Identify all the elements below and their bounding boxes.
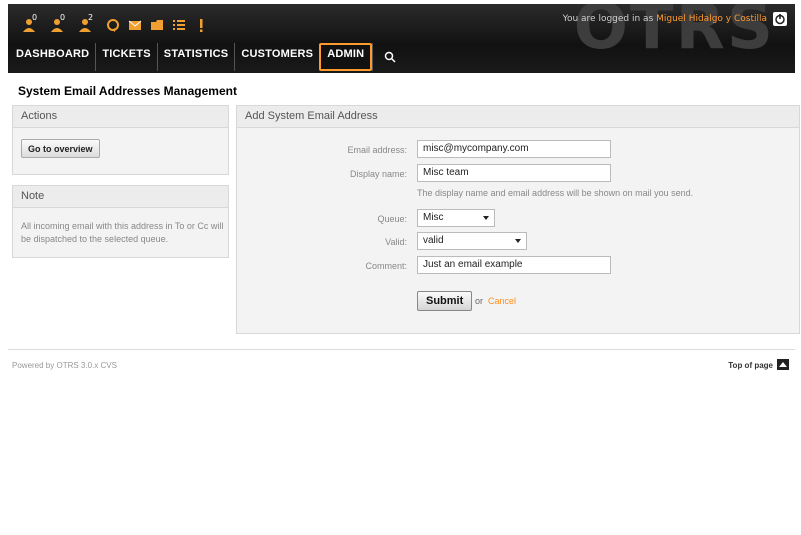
nav-admin[interactable]: ADMIN [319,43,373,71]
cancel-link[interactable]: Cancel [488,296,516,306]
nav-tickets[interactable]: TICKETS [95,43,156,71]
list-icon[interactable] [170,16,188,34]
nav-customers[interactable]: CUSTOMERS [234,43,319,71]
email-icon[interactable] [126,16,144,34]
folder-icon[interactable] [148,16,166,34]
user-name-link[interactable]: Miguel Hidalgo y Costilla [656,14,767,24]
watched-tickets-icon[interactable]: 0 [48,13,66,34]
note-header: Note [13,186,228,208]
valid-selected-value: valid [423,235,444,246]
nav-dashboard[interactable]: DASHBOARD [10,43,95,71]
display-name-input[interactable]: Misc team [417,164,611,182]
header: OTRS 0 0 2 You are logged in as Miguel H… [8,4,795,73]
responsible-tickets-icon[interactable]: 2 [76,13,94,34]
display-name-hint: The display name and email address will … [417,188,694,198]
arrow-up-icon[interactable] [777,359,789,370]
display-name-label: Display name: [349,169,407,179]
nav-statistics[interactable]: STATISTICS [156,43,235,71]
watched-count: 0 [60,13,66,22]
form-header: Add System Email Address [237,106,799,128]
queue-label: Queue: [377,214,407,224]
main-nav: DASHBOARD TICKETS STATISTICS CUSTOMERS A… [10,43,406,71]
email-address-input[interactable]: misc@mycompany.com [417,140,611,158]
queue-selected-value: Misc [423,212,444,223]
chevron-down-icon [515,239,521,243]
email-address-label: Email address: [347,145,407,155]
locked-tickets-icon[interactable]: 0 [20,13,38,34]
responsible-count: 2 [88,13,94,22]
add-email-form: Add System Email Address Email address: … [236,105,800,334]
queue-select[interactable]: Misc [417,209,495,227]
login-info: You are logged in as Miguel Hidalgo y Co… [563,14,767,24]
note-box: Note All incoming email with this addres… [12,185,229,258]
comment-label: Comment: [365,261,407,271]
login-prefix: You are logged in as [562,14,657,24]
alert-icon[interactable] [192,16,210,34]
locked-count: 0 [32,13,38,22]
top-of-page-link[interactable]: Top of page [728,361,773,370]
submit-button[interactable]: Submit [417,291,473,311]
valid-label: Valid: [385,237,407,247]
chevron-down-icon [483,216,489,220]
valid-select[interactable]: valid [417,232,527,250]
logout-icon[interactable] [773,12,787,26]
footer-divider [8,349,795,350]
or-text: or [475,296,484,306]
go-to-overview-button[interactable]: Go to overview [21,139,100,158]
actions-box: Actions Go to overview [12,105,229,175]
refresh-icon[interactable] [104,16,122,34]
otrs-logo: OTRS [573,4,775,64]
note-text: All incoming email with this address in … [21,221,224,244]
page-title: System Email Addresses Management [18,84,237,98]
actions-header: Actions [13,106,228,128]
powered-by: Powered by OTRS 3.0.x CVS [12,361,117,370]
search-icon[interactable] [372,43,406,71]
toolbar: 0 0 2 [20,13,214,34]
comment-input[interactable]: Just an email example [417,256,611,274]
